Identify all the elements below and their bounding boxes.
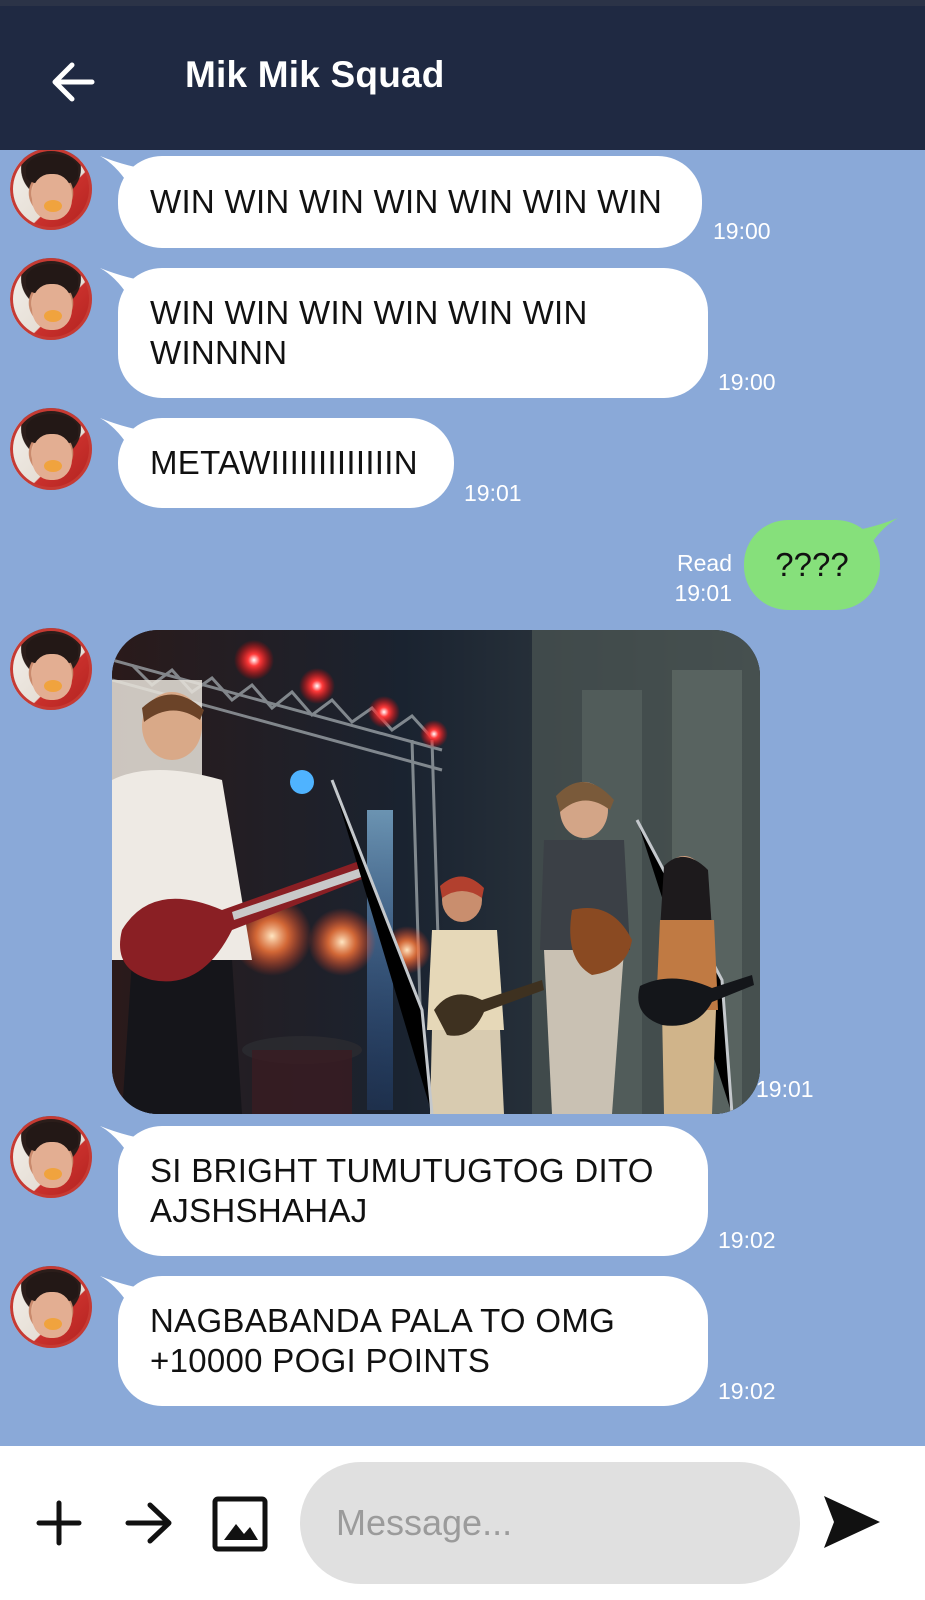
bubble-tail: [858, 518, 898, 552]
chat-header: Mik Mik Squad: [0, 6, 925, 150]
message-text: WIN WIN WIN WIN WIN WIN WIN: [150, 183, 663, 220]
chat-title: Mik Mik Squad: [185, 54, 445, 95]
sender-avatar[interactable]: [10, 1116, 92, 1198]
send-icon[interactable]: [822, 1492, 882, 1557]
message-time: 19:01: [464, 480, 522, 506]
message-time: 19:02: [718, 1378, 776, 1404]
message-list[interactable]: WIN WIN WIN WIN WIN WIN WIN 19:00 WIN WI…: [0, 150, 925, 1446]
sender-avatar[interactable]: [10, 150, 92, 230]
sender-avatar[interactable]: [10, 408, 92, 490]
message-time: 19:00: [718, 369, 776, 395]
message-bubble[interactable]: SI BRIGHT TUMUTUGTOG DITO AJSHSHAHAJ: [118, 1126, 708, 1256]
message-text: NAGBABANDA PALA TO OMG +10000 POGI POINT…: [150, 1302, 616, 1379]
read-status: Read: [677, 550, 732, 576]
message-text: SI BRIGHT TUMUTUGTOG DITO AJSHSHAHAJ: [150, 1152, 654, 1229]
sender-avatar[interactable]: [10, 628, 92, 710]
plus-icon[interactable]: [36, 1500, 82, 1551]
message-text: ????: [775, 546, 849, 583]
read-receipt: Read 19:01: [650, 548, 732, 608]
message-input[interactable]: [300, 1462, 800, 1584]
message-time: 19:01: [756, 1076, 814, 1102]
sender-avatar[interactable]: [10, 258, 92, 340]
back-arrow-icon[interactable]: [50, 59, 96, 105]
message-bubble[interactable]: WIN WIN WIN WIN WIN WIN WINNNN: [118, 268, 708, 398]
message-text: METAWIIIIIIIIIIIIIN: [150, 444, 418, 481]
arrow-right-icon[interactable]: [124, 1500, 174, 1551]
message-time: 19:02: [718, 1227, 776, 1253]
message-bubble[interactable]: WIN WIN WIN WIN WIN WIN WIN: [118, 156, 702, 248]
message-bubble[interactable]: METAWIIIIIIIIIIIIIN: [118, 418, 454, 508]
shared-photo[interactable]: [112, 630, 760, 1114]
message-text: WIN WIN WIN WIN WIN WIN WINNNN: [150, 294, 588, 371]
composer-bar: [0, 1446, 925, 1600]
sender-avatar[interactable]: [10, 1266, 92, 1348]
message-time: 19:00: [713, 218, 771, 244]
message-bubble[interactable]: NAGBABANDA PALA TO OMG +10000 POGI POINT…: [118, 1276, 708, 1406]
message-time: 19:01: [674, 580, 732, 606]
image-icon[interactable]: [212, 1496, 268, 1557]
